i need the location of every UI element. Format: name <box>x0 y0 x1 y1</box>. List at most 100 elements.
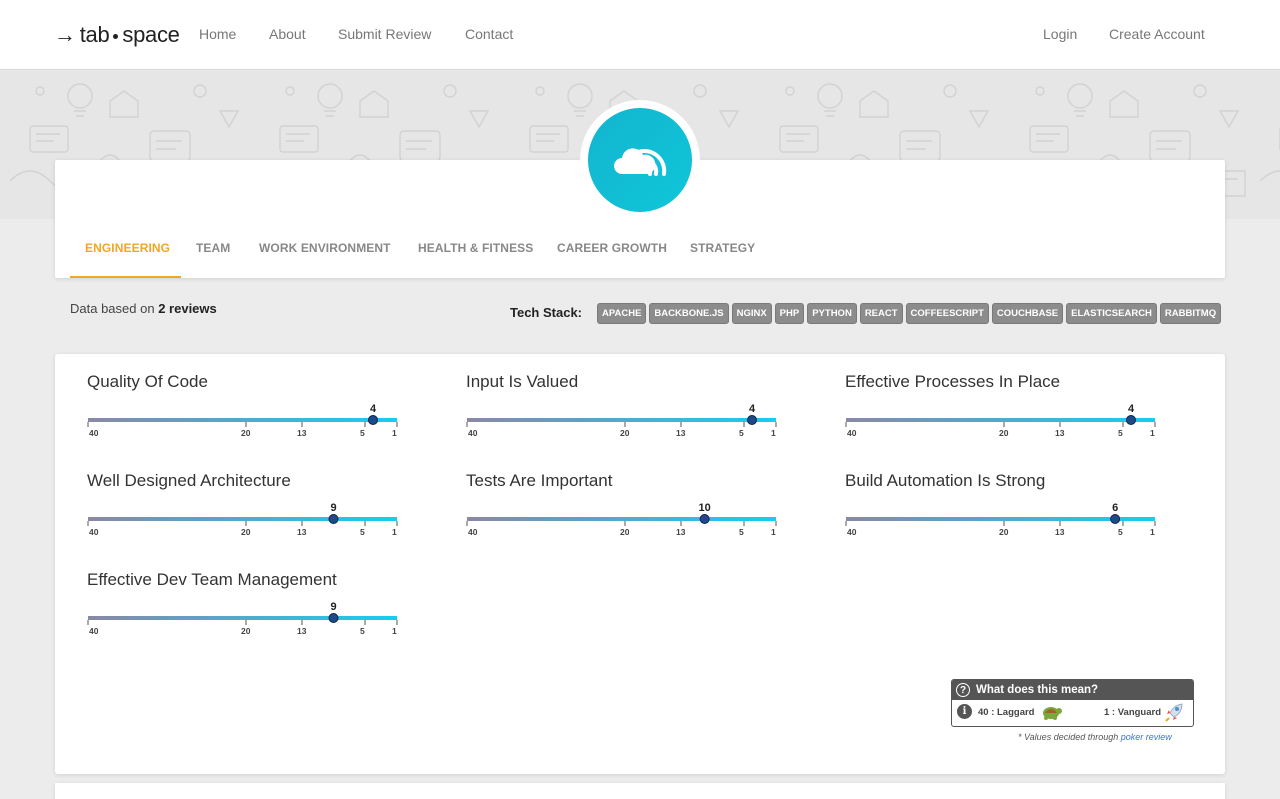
scale-tick-label: 20 <box>999 527 1009 537</box>
reviews-count: 2 reviews <box>158 301 217 316</box>
metric-scale: 40 20 13 5 1 10 <box>466 502 777 537</box>
legend-body: i 40 : Laggard 1 : Vanguard <box>952 700 1193 726</box>
scale-bar <box>88 616 397 620</box>
metric-title: Well Designed Architecture <box>87 471 291 490</box>
question-circle-icon: ? <box>956 683 970 697</box>
scale-bar <box>467 517 776 521</box>
active-tab-underline <box>70 276 181 278</box>
reviews-prefix: Data based on <box>70 301 155 316</box>
nav-link-about[interactable]: About <box>269 26 306 42</box>
scale-tick-label: 13 <box>1055 527 1065 537</box>
score-marker <box>328 514 339 524</box>
tab-team[interactable]: TEAM <box>196 241 230 255</box>
scale-tick-label: 1 <box>392 626 397 636</box>
next-section-card <box>55 783 1225 799</box>
score-value-label: 10 <box>699 502 711 514</box>
scale-tick-label: 13 <box>676 428 686 438</box>
score-marker <box>699 514 710 524</box>
score-marker <box>747 415 757 425</box>
scale-tick-label: 20 <box>241 626 251 636</box>
scale-bar <box>88 517 397 521</box>
metric-effective-dev-team-management: Effective Dev Team Management 40 20 13 5 1 9 <box>87 570 407 650</box>
create-account-link[interactable]: Create Account <box>1109 26 1205 42</box>
metric-title: Build Automation Is Strong <box>845 471 1046 490</box>
tech-badge[interactable]: COFFEESCRIPT <box>905 303 989 324</box>
tech-badge[interactable]: ELASTICSEARCH <box>1066 303 1157 324</box>
scale-bar <box>467 418 776 422</box>
scale-tick-label: 13 <box>1055 428 1065 438</box>
scale-tick-label: 13 <box>297 428 307 438</box>
tech-badge[interactable]: BACKBONE.JS <box>649 303 729 324</box>
scale-bar <box>88 418 397 422</box>
tech-badge[interactable]: PYTHON <box>807 303 857 324</box>
login-link[interactable]: Login <box>1043 26 1077 42</box>
metric-scale: 40 20 13 5 1 4 <box>87 403 398 438</box>
company-logo <box>588 108 692 212</box>
tab-strategy[interactable]: STRATEGY <box>690 241 755 255</box>
scale-tick-label: 20 <box>241 527 251 537</box>
rocket-icon <box>1165 703 1183 722</box>
tabspace-logo[interactable]: → tab space <box>54 22 180 48</box>
scale-tick-label: 40 <box>847 527 857 537</box>
scale-tick-label: 5 <box>739 428 744 438</box>
metric-scale: 40 20 13 5 1 6 <box>845 502 1156 537</box>
arrow-right-icon: → <box>54 22 76 47</box>
scale-tick-label: 40 <box>89 527 99 537</box>
cloud-wifi-icon <box>614 148 667 176</box>
scale-bar <box>846 517 1155 521</box>
scale-tick-label: 5 <box>1118 428 1123 438</box>
scale-tick-label: 1 <box>1150 527 1155 537</box>
info-icon: i <box>957 704 972 719</box>
scale-tick-label: 13 <box>297 626 307 636</box>
score-value-label: 6 <box>1112 502 1118 514</box>
score-marker <box>368 415 378 425</box>
tech-badge[interactable]: APACHE <box>597 303 647 324</box>
scale-tick-label: 40 <box>468 527 478 537</box>
footnote: * Values decided through poker review <box>1018 732 1172 742</box>
score-value-label: 9 <box>330 502 336 514</box>
turtle-icon <box>1043 707 1062 720</box>
nav-link-home[interactable]: Home <box>199 26 236 42</box>
nav-link-contact[interactable]: Contact <box>465 26 513 42</box>
metric-input-is-valued: Input Is Valued 40 20 13 5 1 4 <box>466 372 786 452</box>
scale-tick-label: 20 <box>999 428 1009 438</box>
metric-title: Tests Are Important <box>466 471 613 490</box>
scale-tick-label: 5 <box>739 527 744 537</box>
score-marker <box>1126 415 1136 425</box>
tab-work-environment[interactable]: WORK ENVIRONMENT <box>259 241 391 255</box>
tab-health-fitness[interactable]: HEALTH & FITNESS <box>418 241 533 255</box>
score-value-label: 4 <box>370 403 377 415</box>
tech-stack-badges: APACHE BACKBONE.JS NGINX PHP PYTHON REACT COFF… <box>597 303 1222 324</box>
legend-header[interactable]: ? What does this mean? <box>952 680 1193 700</box>
score-value-label: 9 <box>330 601 336 613</box>
tech-badge[interactable]: PHP <box>774 303 805 324</box>
scale-tick-label: 1 <box>771 428 776 438</box>
scale-tick-label: 40 <box>847 428 857 438</box>
scale-tick-label: 5 <box>360 527 365 537</box>
scale-bar <box>846 418 1155 422</box>
scale-tick-label: 40 <box>89 428 99 438</box>
metric-scale: 40 20 13 5 1 9 <box>87 502 398 537</box>
logo-text-part1: tab <box>79 22 110 47</box>
tech-badge[interactable]: RABBITMQ <box>1159 303 1222 324</box>
scale-tick-label: 1 <box>392 428 397 438</box>
tab-career-growth[interactable]: CAREER GROWTH <box>557 241 667 255</box>
reviews-summary: Data based on 2 reviews <box>70 301 217 316</box>
tech-badge[interactable]: NGINX <box>731 303 772 324</box>
tech-badge[interactable]: COUCHBASE <box>991 303 1064 324</box>
scale-tick-label: 40 <box>89 626 99 636</box>
tab-engineering[interactable]: ENGINEERING <box>85 241 170 255</box>
scale-tick-label: 1 <box>1150 428 1155 438</box>
legend-title: What does this mean? <box>976 684 1099 696</box>
logo-dot <box>113 33 119 39</box>
vanguard-label: 1 : Vanguard <box>1104 707 1162 718</box>
scale-tick-label: 5 <box>1118 527 1123 537</box>
scale-tick-label: 5 <box>360 626 365 636</box>
poker-review-link[interactable]: poker review <box>1121 732 1172 742</box>
tech-badge[interactable]: REACT <box>859 303 903 324</box>
metric-build-automation-is-strong: Build Automation Is Strong 40 20 13 5 1 6 <box>845 471 1165 551</box>
nav-link-submit-review[interactable]: Submit Review <box>338 26 431 42</box>
tech-stack-label: Tech Stack: <box>510 305 583 320</box>
navbar: → tab space Home About Submit Review Con… <box>0 0 1280 70</box>
scale-tick-label: 40 <box>468 428 478 438</box>
